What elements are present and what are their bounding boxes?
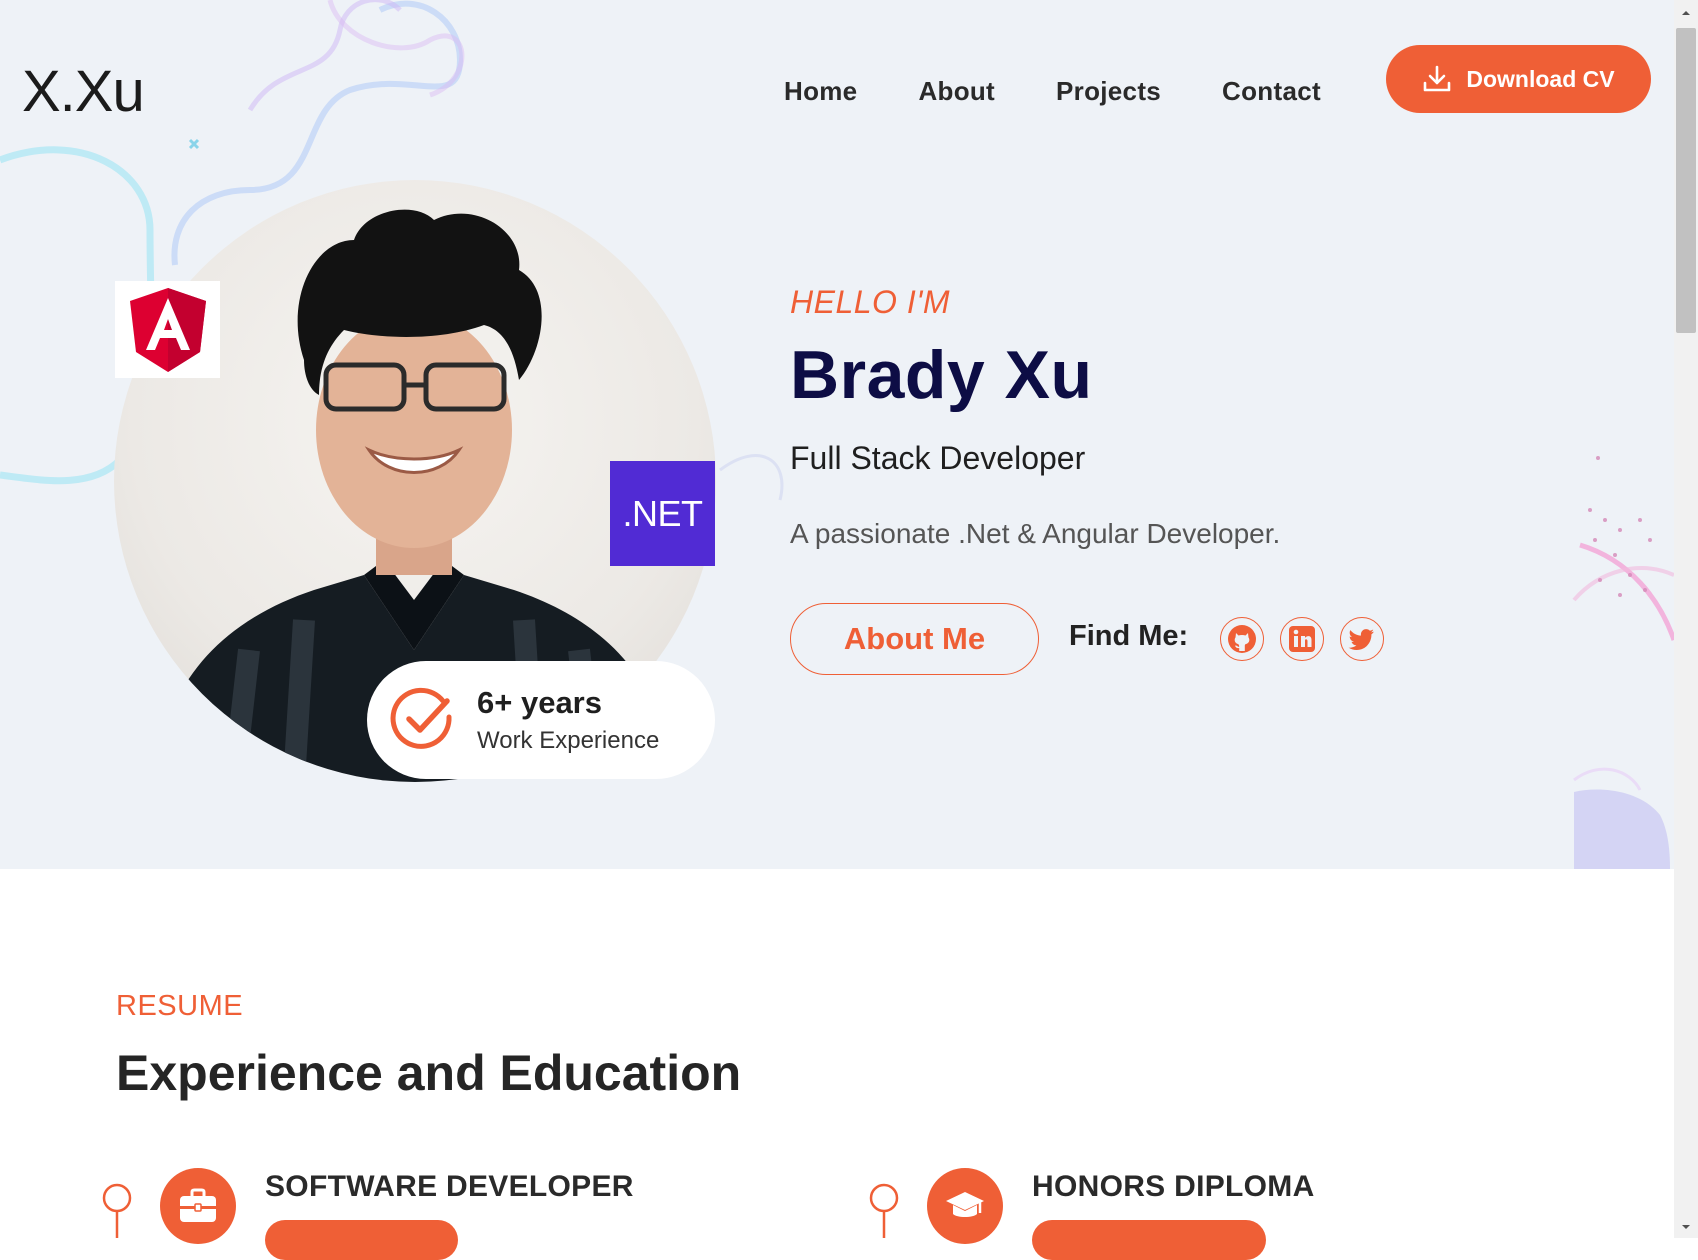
site-logo[interactable]: X.Xu	[22, 58, 145, 125]
experience-icon-circle	[160, 1168, 236, 1244]
nav-home[interactable]: Home	[784, 76, 857, 107]
nav-contact[interactable]: Contact	[1222, 76, 1321, 107]
scroll-down-arrow-icon[interactable]	[1679, 1220, 1693, 1234]
education-column-title: HONORS DIPLOMA	[1032, 1170, 1315, 1203]
experience-card: 6+ years Work Experience	[367, 661, 715, 779]
hero-section: X.Xu Home About Projects Contact Downloa…	[0, 0, 1674, 869]
download-icon	[1424, 65, 1451, 92]
about-me-button[interactable]: About Me	[790, 603, 1039, 675]
graduation-cap-icon	[946, 1192, 984, 1217]
resume-section-title: Experience and Education	[116, 1045, 742, 1101]
download-cv-button[interactable]: Download CV	[1386, 45, 1651, 113]
experience-text: 6+ years Work Experience	[477, 685, 659, 755]
hero-name: Brady Xu	[790, 337, 1093, 413]
experience-label: Work Experience	[477, 727, 660, 754]
github-link[interactable]	[1220, 617, 1264, 661]
linkedin-link[interactable]	[1280, 617, 1324, 661]
briefcase-icon	[180, 1188, 216, 1222]
github-icon	[1228, 625, 1256, 653]
scroll-up-arrow-icon[interactable]	[1679, 6, 1693, 20]
timeline-pin-icon	[869, 1183, 899, 1238]
nav-about[interactable]: About	[918, 76, 995, 107]
find-me-label: Find Me:	[1069, 620, 1189, 652]
resume-section-label: RESUME	[116, 990, 244, 1022]
education-icon-circle	[927, 1168, 1003, 1244]
download-cv-label: Download CV	[1466, 65, 1615, 92]
experience-column-title: SOFTWARE DEVELOPER	[265, 1170, 634, 1203]
check-circle-icon	[390, 687, 452, 749]
experience-date-badge	[265, 1220, 458, 1260]
main-nav: Home About Projects Contact	[784, 76, 1321, 107]
angular-badge	[115, 281, 220, 378]
experience-years: 6+ years	[477, 685, 602, 720]
twitter-link[interactable]	[1340, 617, 1384, 661]
education-date-badge	[1032, 1220, 1266, 1260]
scrollbar-thumb[interactable]	[1676, 28, 1696, 333]
hero-role: Full Stack Developer	[790, 440, 1086, 476]
greeting: HELLO I'M	[790, 284, 950, 320]
timeline-pin-icon	[102, 1183, 132, 1238]
nav-projects[interactable]: Projects	[1056, 76, 1161, 107]
dotnet-badge: .NET	[610, 461, 715, 566]
angular-logo-icon	[129, 287, 206, 372]
hero-tagline: A passionate .Net & Angular Developer.	[790, 518, 1281, 549]
linkedin-icon	[1289, 626, 1315, 652]
twitter-icon	[1348, 629, 1374, 650]
